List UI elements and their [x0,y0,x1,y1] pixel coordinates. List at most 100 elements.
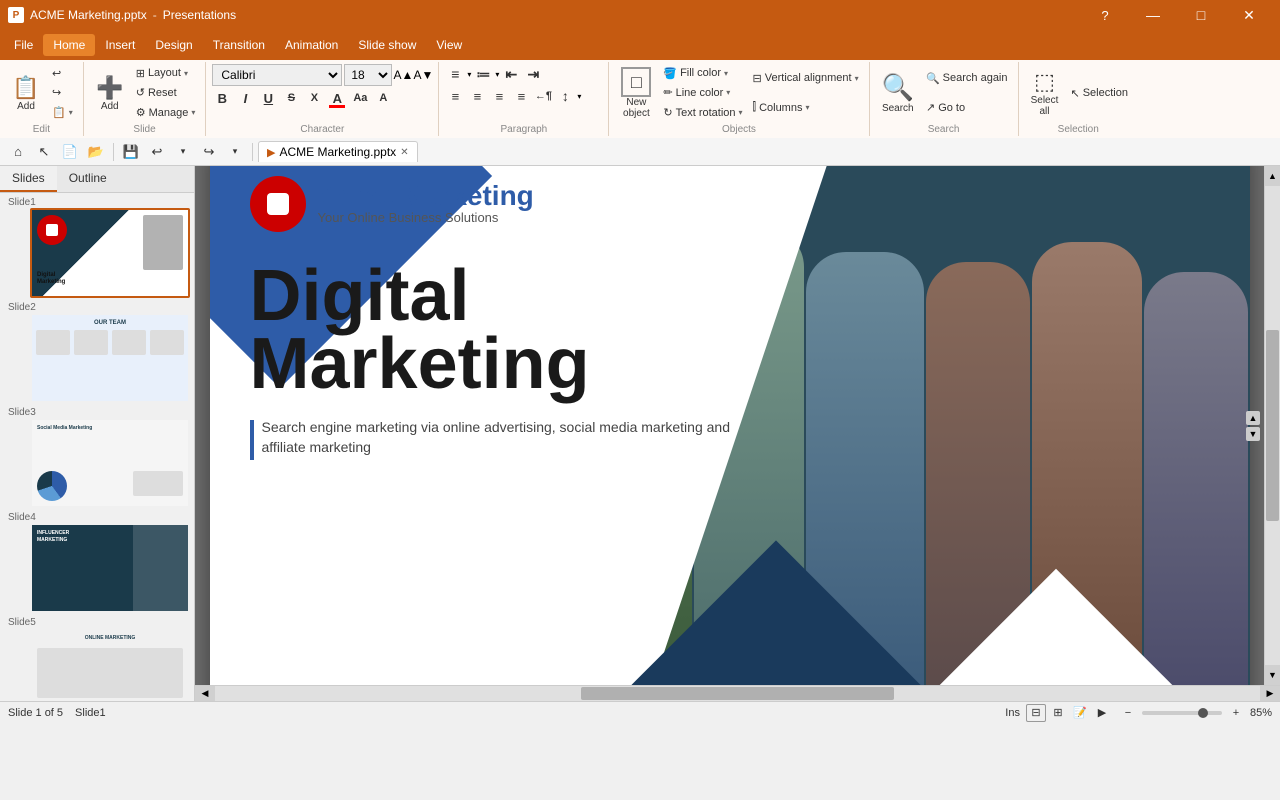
align-right-button[interactable]: ≡ [489,86,509,106]
slide-item-2[interactable]: Slide2 OUR TEAM [4,302,190,403]
numbering-arrow[interactable]: ▾ [495,70,499,79]
zoom-in-btn[interactable]: + [1226,704,1246,722]
notes-view-btn[interactable]: 📝 [1070,704,1090,722]
scroll-down-arrow[interactable]: ▼ [1265,665,1280,685]
justify-button[interactable]: ≡ [511,86,531,106]
menu-insert[interactable]: Insert [95,34,145,56]
minimize-button[interactable]: — [1130,0,1176,30]
undo-dropdown-btn[interactable]: ▾ [171,140,195,164]
numbering-button[interactable]: ≔ [473,64,493,84]
scroll-left-arrow[interactable]: ◀ [195,686,215,701]
font-size-select[interactable]: 18 [344,64,392,86]
italic-button[interactable]: I [235,88,255,108]
slide-item-5[interactable]: Slide5 ONLINE MARKETING [4,617,190,701]
font-color-button[interactable]: A [327,88,347,108]
h-scroll-thumb[interactable] [581,687,895,700]
menu-view[interactable]: View [426,34,472,56]
font-increase-button[interactable]: A▲ [394,66,412,84]
rtl-button[interactable]: ←¶ [533,86,553,106]
paste-options[interactable]: 📋 ▾ [48,104,77,122]
redo-toolbar-btn[interactable]: ↪ [197,140,221,164]
redo-button[interactable]: ↪ [48,84,77,102]
character-styles-button[interactable]: A [373,88,393,108]
strikethrough-button[interactable]: S [281,88,301,108]
vertical-alignment-button[interactable]: ⊟ Vertical alignment ▾ [749,69,863,87]
menu-transition[interactable]: Transition [203,34,275,56]
menu-animation[interactable]: Animation [275,34,348,56]
line-color-button[interactable]: ✏ Line color ▾ [659,84,746,102]
new-object-button[interactable]: □ Newobject [615,64,657,122]
ribbon-group-slide: ➕ Add ⊞ Layout ▾ ↺ Reset ⚙ Manage ▾ [84,62,207,136]
goto-button[interactable]: ↗ Go to [922,99,1012,117]
increase-indent-button[interactable]: ⇥ [523,64,543,84]
line-spacing-arrow[interactable]: ▾ [577,92,581,101]
new-btn[interactable]: 📄 [58,140,82,164]
font-decrease-button[interactable]: A▼ [414,66,432,84]
align-left-button[interactable]: ≡ [445,86,465,106]
scroll-up-btn[interactable]: ▲ [1246,411,1260,425]
maximize-button[interactable]: □ [1178,0,1224,30]
decrease-indent-button[interactable]: ⇤ [501,64,521,84]
normal-view-btn[interactable]: ⊟ [1026,704,1046,722]
bold-button[interactable]: B [212,88,232,108]
search-again-button[interactable]: 🔍 Search again [922,69,1012,87]
text-rotation-button[interactable]: ↻ Text rotation ▾ [659,104,746,122]
tab-close-btn[interactable]: ✕ [400,147,408,158]
font-select[interactable]: Calibri [212,64,342,86]
reset-button[interactable]: ↺ Reset [132,84,200,102]
tab-outline[interactable]: Outline [57,166,119,192]
fill-color-button[interactable]: 🪣 Fill color ▾ [659,64,746,82]
menu-slideshow[interactable]: Slide show [348,34,426,56]
scroll-thumb[interactable] [1266,330,1279,522]
zoom-thumb[interactable] [1198,708,1208,718]
selection-button[interactable]: ↖ Selection [1067,84,1132,102]
undo-button[interactable]: ↩ [48,64,77,82]
horizontal-scrollbar[interactable]: ◀ ▶ [195,685,1280,701]
text-case-button[interactable]: Aa [350,88,370,108]
slide-thumb-2[interactable]: OUR TEAM [30,313,190,403]
presentation-view-btn[interactable]: ▶ [1092,704,1112,722]
slide-item-4[interactable]: Slide4 INFLUENCERMARKETING [4,512,190,613]
zoom-slider[interactable] [1142,711,1222,715]
search-button[interactable]: 🔍 Search [876,64,920,122]
bullets-button[interactable]: ≡ [445,64,465,84]
columns-button[interactable]: ⫿ Columns ▾ [749,99,863,117]
close-button[interactable]: ✕ [1226,0,1272,30]
scroll-up-arrow[interactable]: ▲ [1265,166,1280,186]
slide-thumb-1[interactable]: DigitalMarketing [30,208,190,298]
scroll-down-btn[interactable]: ▼ [1246,427,1260,441]
slide-canvas[interactable]: Acme Marketing Your Online Business Solu… [210,166,1250,685]
slide-sorter-btn[interactable]: ⊞ [1048,704,1068,722]
align-center-button[interactable]: ≡ [467,86,487,106]
slide-item-1[interactable]: Slide1 DigitalMarketing [4,197,190,298]
slide-thumb-4[interactable]: INFLUENCERMARKETING [30,523,190,613]
menu-file[interactable]: File [4,34,43,56]
scroll-right-arrow[interactable]: ▶ [1260,686,1280,701]
save-btn[interactable]: 💾 [119,140,143,164]
file-tab[interactable]: ▶ ACME Marketing.pptx ✕ [258,141,418,162]
zoom-out-btn[interactable]: − [1118,704,1138,722]
layout-button[interactable]: ⊞ Layout ▾ [132,64,200,82]
strikethrough2-button[interactable]: X [304,88,324,108]
select-all-button[interactable]: ⬚ Selectall [1025,64,1065,122]
manage-button[interactable]: ⚙ Manage ▾ [132,104,200,122]
pointer-btn[interactable]: ↖ [32,140,56,164]
menu-home[interactable]: Home [43,34,95,56]
help-button[interactable]: ? [1082,0,1128,30]
canvas-area[interactable]: Acme Marketing Your Online Business Solu… [195,166,1264,685]
vertical-scrollbar[interactable]: ▲ ▼ [1264,166,1280,685]
home-toolbar-btn[interactable]: ⌂ [6,140,30,164]
undo-toolbar-btn[interactable]: ↩ [145,140,169,164]
slide-thumb-3[interactable]: Social Media Marketing [30,418,190,508]
bullets-arrow[interactable]: ▾ [467,70,471,79]
slide-item-3[interactable]: Slide3 Social Media Marketing [4,407,190,508]
open-btn[interactable]: 📂 [84,140,108,164]
slide-thumb-5[interactable]: ONLINE MARKETING [30,628,190,701]
menu-design[interactable]: Design [145,34,202,56]
add-slide-button[interactable]: ➕ Add [90,64,130,122]
tab-slides[interactable]: Slides [0,166,57,192]
line-spacing-button[interactable]: ↕ [555,86,575,106]
underline-button[interactable]: U [258,88,278,108]
add-button[interactable]: 📋 Add [6,64,46,122]
redo-dropdown-btn[interactable]: ▾ [223,140,247,164]
